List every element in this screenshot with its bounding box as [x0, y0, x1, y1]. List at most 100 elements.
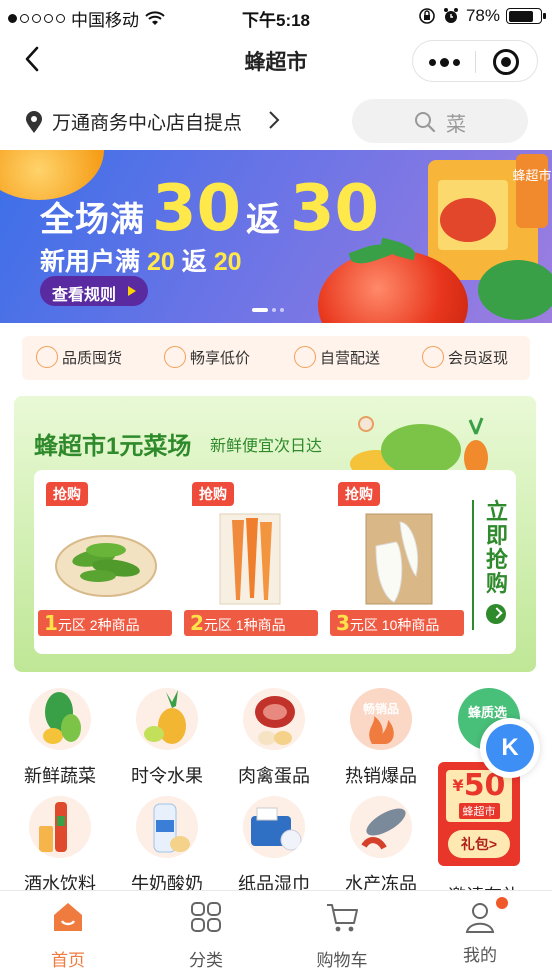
vegetables-icon: [29, 688, 91, 750]
tab-label: 分类: [189, 951, 223, 970]
flash-sale-tag: 抢购: [338, 482, 380, 506]
price-text: 元区 2种商品: [57, 617, 140, 633]
diamond-icon: [36, 346, 58, 368]
feature-label: 畅享低价: [190, 349, 251, 367]
price-text: 元区 10种商品: [349, 617, 440, 633]
tab-bar: 首页 分类 购物车 我的: [0, 890, 552, 978]
tab-label: 首页: [51, 951, 85, 970]
category-paper[interactable]: 纸品湿巾: [224, 796, 324, 896]
search-input[interactable]: 菜: [352, 99, 528, 143]
drinks-icon: [29, 796, 91, 858]
arrow-right-icon: [486, 604, 506, 624]
tab-label: 购物车: [316, 951, 368, 970]
banner-side-tag: 蜂超市: [512, 168, 551, 183]
close-miniprogram-icon[interactable]: [493, 49, 519, 75]
status-bar: 中国移动 下午5:18 78%: [0, 0, 552, 32]
search-icon: [415, 112, 436, 133]
promo-banner[interactable]: 全场满 30 返 30 新用户满 20 返 20 查看规则 蜂超市: [0, 150, 552, 323]
pineapple-icon: [136, 688, 198, 750]
feature-strip: 品质囤货 畅享低价 自营配送 会员返现: [22, 336, 530, 380]
page: { "status_bar": { "carrier": "中国移动", "ti…: [0, 0, 552, 978]
banner-line2: 新用户满 20 返 20: [40, 242, 242, 278]
category-label: 肉禽蛋品: [238, 766, 310, 786]
category-drinks[interactable]: 酒水饮料: [10, 796, 110, 896]
market-products-card: 抢购 1元区 2种商品 抢购 2元区 1种商品 抢购 3元区 10种商品 立即抢…: [34, 470, 516, 654]
category-seafood[interactable]: 水产冻品: [331, 796, 431, 896]
category-hot-sale[interactable]: 畅销品 热销爆品: [331, 688, 431, 788]
store-location[interactable]: 万通商务中心店自提点: [52, 108, 242, 135]
view-rules-button[interactable]: 查看规则: [40, 276, 148, 306]
market-title: 蜂超市1元菜场: [34, 433, 192, 460]
battery-icon: [506, 8, 546, 24]
banner-pagination: [252, 308, 284, 312]
gift-button[interactable]: 礼包>: [448, 830, 510, 858]
yuan-icon: [422, 346, 444, 368]
feature-label: 自营配送: [320, 349, 381, 367]
chevron-right-icon[interactable]: [268, 110, 280, 130]
feature-cashback: 会员返现: [422, 346, 508, 368]
grid-icon: [191, 902, 221, 932]
feature-quality: 品质囤货: [36, 346, 122, 368]
price-zone-label: 3元区 10种商品: [330, 610, 464, 636]
category-label: 时令水果: [131, 766, 203, 786]
cart-icon: [327, 904, 358, 932]
price-zone-label: 1元区 2种商品: [38, 610, 172, 636]
tab-mine[interactable]: 我的: [440, 897, 520, 966]
price-number: 2: [190, 611, 204, 635]
status-right: 78%: [418, 6, 546, 26]
capsule-divider: [475, 51, 476, 73]
home-icon: [54, 903, 82, 931]
tab-label: 我的: [463, 946, 497, 965]
tab-category[interactable]: 分类: [166, 899, 246, 971]
vegetables-illustration: [350, 416, 488, 474]
currency-symbol: ¥: [452, 776, 464, 795]
market-product-2[interactable]: 抢购 2元区 1种商品: [180, 470, 320, 654]
gift-ticket: ¥50 蜂超市: [446, 770, 512, 822]
category-label: 热销爆品: [345, 766, 417, 786]
meat-icon: [243, 688, 305, 750]
banner-line1-prefix: 全场满: [40, 201, 145, 239]
feature-lowprice: 畅享低价: [164, 346, 250, 368]
notification-dot: [496, 897, 508, 909]
floating-assistant-button[interactable]: K: [480, 718, 540, 778]
location-pin-icon: [26, 111, 42, 133]
price-number: 1: [44, 611, 58, 635]
banner-line2-prefix: 新用户满: [40, 248, 141, 276]
feature-label: 品质囤货: [62, 349, 123, 367]
tab-home[interactable]: 首页: [28, 899, 108, 971]
category-fruits[interactable]: 时令水果: [117, 688, 217, 788]
category-dairy[interactable]: 牛奶酸奶: [117, 796, 217, 896]
wave-icon: [164, 346, 186, 368]
flash-sale-tag: 抢购: [46, 482, 88, 506]
bag-icon: [294, 346, 316, 368]
banner-line2-mid: 返: [181, 248, 207, 276]
banner-line2-num2: 20: [213, 248, 242, 276]
battery-percent: 78%: [465, 6, 500, 25]
category-meat-eggs[interactable]: 肉禽蛋品: [224, 688, 324, 788]
radish-image: [365, 513, 433, 605]
category-vegetables[interactable]: 新鲜蔬菜: [10, 688, 110, 788]
grab-now-button[interactable]: 立即抢购: [472, 500, 516, 630]
pagination-dot: [272, 308, 276, 312]
price-number: 3: [336, 611, 350, 635]
market-subtitle: 新鲜便宜次日达: [210, 438, 323, 455]
pagination-dot: [252, 308, 268, 312]
tab-cart[interactable]: 购物车: [302, 899, 382, 971]
price-text: 元区 1种商品: [203, 617, 286, 633]
feature-label: 会员返现: [448, 349, 509, 367]
fish-icon: [350, 796, 412, 858]
search-placeholder: 菜: [446, 114, 466, 136]
assistant-k-icon: K: [486, 724, 534, 772]
banner-line1-num2: 30: [290, 172, 380, 246]
banner-line1-mid: 返: [246, 201, 280, 239]
one-yuan-market[interactable]: 蜂超市1元菜场 新鲜便宜次日达 抢购 1元区 2种商品 抢购 2元区 1种商品 …: [14, 396, 536, 672]
category-label: 新鲜蔬菜: [24, 766, 96, 786]
milk-icon: [136, 796, 198, 858]
price-zone-label: 2元区 1种商品: [184, 610, 318, 636]
market-product-3[interactable]: 抢购 3元区 10种商品: [326, 470, 466, 654]
market-product-1[interactable]: 抢购 1元区 2种商品: [34, 470, 174, 654]
banner-line1-num1: 30: [152, 172, 242, 246]
more-icon[interactable]: [429, 58, 460, 67]
tissue-icon: [243, 796, 305, 858]
orientation-lock-icon: [419, 8, 435, 24]
